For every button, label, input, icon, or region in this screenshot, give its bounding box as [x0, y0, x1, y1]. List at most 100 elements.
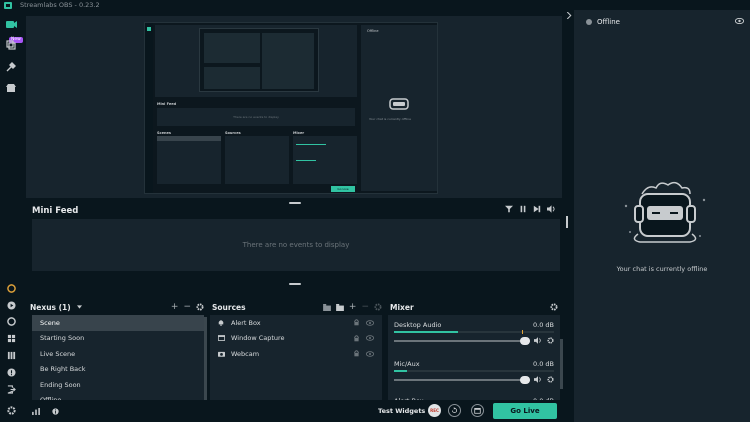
add-scene-icon[interactable]: +: [171, 303, 179, 312]
remove-scene-icon[interactable]: −: [183, 303, 191, 312]
scene-item[interactable]: Starting Soon: [32, 331, 204, 347]
record-button[interactable]: REC: [428, 404, 441, 417]
channel-settings-gear-icon[interactable]: [547, 376, 554, 383]
lock-icon[interactable]: [353, 334, 360, 342]
visibility-eye-icon[interactable]: [366, 335, 374, 341]
scenes-panel: Nexus (1) + − Scene Starting Soon Live S…: [30, 299, 204, 407]
filter-icon[interactable]: [505, 205, 513, 213]
preview-screen-capture: Mini Feed There are no events to display…: [144, 22, 438, 194]
mirror-mixer-title: Mixer: [293, 131, 305, 135]
mini-feed: Mini Feed There are no events to display: [30, 203, 560, 291]
bottom-panels: Nexus (1) + − Scene Starting Soon Live S…: [30, 299, 563, 411]
mixer-title: Mixer: [390, 302, 414, 312]
slider-handle[interactable]: [520, 336, 530, 345]
window-icon: [218, 335, 225, 342]
columns-icon[interactable]: [5, 349, 17, 361]
mixer-channels: Desktop Audio 0.0 dB Mic/Aux 0.0 dB: [388, 315, 560, 407]
slider-handle[interactable]: [520, 375, 530, 384]
stream-status: Offline: [597, 18, 620, 26]
settings-gear-icon[interactable]: [5, 404, 17, 416]
status-dot-icon: [586, 19, 592, 25]
channel-level: 0.0 dB: [533, 321, 554, 329]
stream-preview[interactable]: Mini Feed There are no events to display…: [26, 16, 562, 198]
scene-settings-gear-icon[interactable]: [196, 303, 204, 311]
bell-icon: [218, 320, 224, 327]
remove-source-icon[interactable]: −: [361, 303, 369, 312]
add-source-icon[interactable]: +: [349, 303, 357, 312]
camera-icon: [218, 351, 225, 357]
go-live-label: Go Live: [510, 407, 540, 415]
chat-resize-handle[interactable]: [566, 216, 568, 228]
window-title: Streamlabs OBS - 0.23.2: [20, 1, 100, 9]
replay-icon: [451, 407, 458, 414]
go-live-button[interactable]: Go Live: [493, 403, 557, 419]
streamlabs-logo-icon: [4, 2, 12, 9]
source-settings-gear-icon[interactable]: [374, 303, 382, 311]
scene-item[interactable]: Live Scene: [32, 346, 204, 362]
mirror-chat: Offline Your chat is currently offline: [361, 25, 437, 191]
schedule-button[interactable]: [471, 404, 484, 417]
chat-panel: Offline Your chat is currently offline: [574, 10, 750, 422]
replay-buffer-button[interactable]: [448, 404, 461, 417]
sources-panel: Sources + − Alert Box Window Capture Web…: [210, 299, 382, 407]
mirror-no-events: There are no events to display: [233, 115, 279, 119]
log-out-icon[interactable]: [5, 383, 17, 395]
tools-icon[interactable]: [5, 61, 17, 73]
mixer-scrollbar[interactable]: [560, 339, 563, 389]
channel-settings-gear-icon[interactable]: [547, 337, 554, 344]
mixer-settings-gear-icon[interactable]: [550, 303, 558, 311]
volume-icon[interactable]: [534, 337, 542, 344]
volume-slider[interactable]: [394, 336, 530, 345]
mirror-preview: [155, 25, 357, 97]
store-icon[interactable]: [5, 82, 17, 94]
scene-collection-title[interactable]: Nexus (1): [30, 303, 71, 312]
mixer-channel: Mic/Aux 0.0 dB: [388, 360, 560, 384]
apps-grid-icon[interactable]: [5, 332, 17, 344]
footer-bar: Test Widgets REC Go Live: [26, 400, 562, 422]
scene-item[interactable]: Be Right Back: [32, 362, 204, 378]
test-widgets-button[interactable]: Test Widgets: [378, 407, 425, 415]
chevron-right-icon[interactable]: [566, 12, 572, 19]
mini-feed-list: There are no events to display: [32, 219, 560, 271]
scene-item[interactable]: Ending Soon: [32, 377, 204, 393]
scenes-list: Scene Starting Soon Live Scene Be Right …: [32, 315, 204, 407]
scene-item[interactable]: Scene: [32, 315, 204, 331]
sources-title: Sources: [212, 302, 246, 312]
volume-icon[interactable]: [534, 376, 542, 383]
play-icon[interactable]: [5, 299, 17, 311]
resize-handle-feed[interactable]: [289, 283, 301, 285]
channel-level: 0.0 dB: [533, 360, 554, 368]
skip-icon[interactable]: [533, 205, 541, 213]
info-icon[interactable]: [52, 408, 59, 415]
pause-icon[interactable]: [519, 205, 527, 213]
volume-meter: [394, 330, 554, 334]
performance-bars-icon[interactable]: [32, 408, 40, 415]
chat-offline-text: Your chat is currently offline: [616, 265, 708, 273]
volume-meter-fill: [394, 331, 458, 333]
volume-slider[interactable]: [394, 375, 530, 384]
source-group-icon[interactable]: [323, 303, 331, 311]
source-item[interactable]: Window Capture: [210, 331, 382, 347]
source-item[interactable]: Alert Box: [210, 315, 382, 331]
layouts-icon[interactable]: [5, 39, 17, 51]
chat-visibility-eye-icon[interactable]: [735, 18, 744, 24]
lock-icon[interactable]: [353, 350, 360, 357]
editor-main: Mini Feed There are no events to display…: [26, 16, 563, 420]
source-item[interactable]: Webcam: [210, 346, 382, 362]
title-bar: Streamlabs OBS - 0.23.2: [0, 0, 750, 10]
lock-icon[interactable]: [353, 319, 360, 326]
add-folder-icon[interactable]: [336, 303, 344, 311]
editor-icon[interactable]: [5, 18, 17, 30]
history-icon[interactable]: [5, 315, 17, 327]
highlighter-icon[interactable]: [5, 282, 17, 294]
chevron-down-icon[interactable]: [76, 305, 82, 309]
volume-icon[interactable]: [547, 205, 556, 213]
scenes-scrollbar[interactable]: [204, 317, 207, 405]
help-icon[interactable]: [5, 366, 17, 378]
mirror-chat-offline-text: Your chat is currently offline: [369, 117, 411, 121]
calendar-icon: [474, 407, 481, 414]
visibility-eye-icon[interactable]: [366, 320, 374, 326]
channel-name: Desktop Audio: [394, 321, 442, 329]
visibility-eye-icon[interactable]: [366, 351, 374, 357]
mini-feed-empty-text: There are no events to display: [242, 241, 350, 249]
